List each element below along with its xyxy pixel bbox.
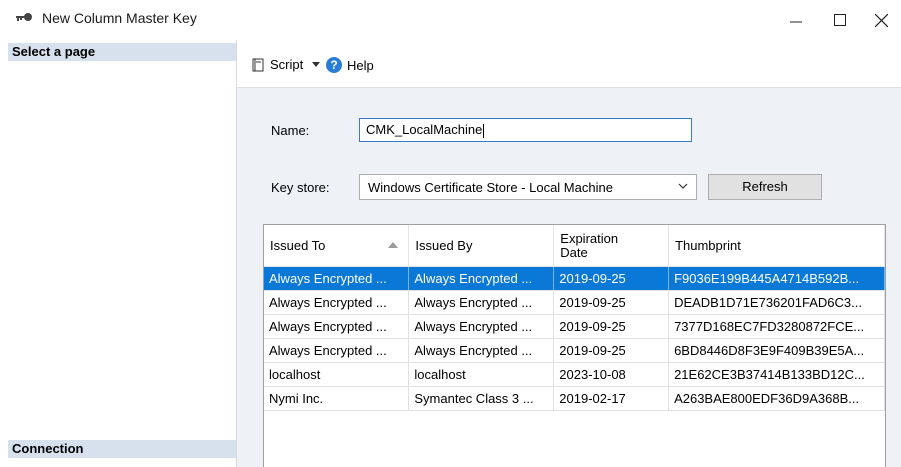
table-row[interactable]: Always Encrypted ... Always Encrypted ..…: [264, 314, 885, 339]
key-store-value: Windows Certificate Store - Local Machin…: [368, 180, 613, 195]
text-caret: [483, 123, 485, 138]
cell-issued-to: Always Encrypted ...: [264, 266, 410, 291]
maximize-button[interactable]: [818, 0, 862, 40]
help-label: Help: [347, 57, 374, 73]
name-input[interactable]: CMK_LocalMachine: [359, 118, 692, 142]
key-store-select[interactable]: Windows Certificate Store - Local Machin…: [359, 174, 697, 200]
toolbar: Script ? Help: [237, 43, 901, 88]
name-value: CMK_LocalMachine: [366, 122, 483, 137]
key-store-label: Key store:: [271, 180, 330, 195]
table-row[interactable]: localhost localhost 2023-10-08 21E62CE3B…: [264, 362, 885, 387]
close-button[interactable]: [859, 0, 901, 40]
name-label: Name:: [271, 123, 310, 138]
maximize-icon: [834, 14, 846, 26]
cell-thumbprint: 7377D168EC7FD3280872FCE...: [668, 314, 885, 339]
cell-expiration: 2019-09-25: [553, 266, 670, 291]
table-row[interactable]: Nymi Inc. Symantec Class 3 ... 2019-02-1…: [264, 386, 885, 411]
script-icon: [252, 58, 264, 71]
cell-issued-to: Nymi Inc.: [264, 386, 410, 411]
column-header-issued-to[interactable]: Issued To: [264, 225, 410, 267]
refresh-button[interactable]: Refresh: [708, 174, 822, 200]
chevron-down-icon: [678, 183, 688, 189]
chevron-down-icon[interactable]: [312, 61, 321, 68]
help-button[interactable]: ? Help: [326, 57, 374, 73]
select-page-header: Select a page: [8, 43, 236, 61]
script-button[interactable]: Script: [251, 57, 321, 72]
cell-issued-to: Always Encrypted ...: [264, 314, 410, 339]
cell-expiration: 2019-09-25: [553, 338, 670, 363]
column-header-thumbprint[interactable]: Thumbprint: [668, 225, 885, 267]
cell-issued-by: Always Encrypted ...: [408, 338, 555, 363]
cell-issued-by: Always Encrypted ...: [408, 266, 555, 291]
cell-expiration: 2023-10-08: [553, 362, 670, 387]
cell-issued-to: Always Encrypted ...: [264, 338, 410, 363]
minimize-icon: [790, 21, 802, 23]
cell-issued-to: Always Encrypted ...: [264, 290, 410, 315]
column-header-issued-by[interactable]: Issued By: [408, 225, 555, 267]
sort-ascending-icon: [388, 242, 399, 248]
table-header-row: Issued To Issued By Expiration Date Thum…: [264, 225, 885, 267]
minimize-button[interactable]: [774, 0, 818, 40]
help-icon: ?: [326, 57, 342, 73]
table-row[interactable]: Always Encrypted ... Always Encrypted ..…: [264, 290, 885, 315]
cell-thumbprint: 6BD8446D8F3E9F409B39E5A...: [668, 338, 885, 363]
title-bar: New Column Master Key: [0, 0, 901, 40]
cell-issued-by: Always Encrypted ...: [408, 290, 555, 315]
close-icon: [874, 13, 888, 27]
cell-thumbprint: DEADB1D71E736201FAD6C3...: [668, 290, 885, 315]
cell-expiration: 2019-09-25: [553, 314, 670, 339]
cell-issued-by: Symantec Class 3 ...: [408, 386, 555, 411]
column-header-label: Issued To: [270, 237, 326, 253]
table-row[interactable]: Always Encrypted ... Always Encrypted ..…: [264, 338, 885, 363]
table-row[interactable]: Always Encrypted ... Always Encrypted ..…: [264, 266, 885, 291]
cell-thumbprint: 21E62CE3B37414B133BD12C...: [668, 362, 885, 387]
cell-thumbprint: A263BAE800EDF36D9A368B...: [668, 386, 885, 411]
script-label: Script: [270, 57, 304, 72]
left-pane: Select a page Connection: [8, 40, 237, 467]
column-header-label: Thumbprint: [675, 237, 741, 253]
cell-issued-to: localhost: [264, 362, 410, 387]
connection-header: Connection: [8, 440, 236, 458]
cell-expiration: 2019-09-25: [553, 290, 670, 315]
column-header-label: Issued By: [415, 237, 473, 253]
column-header-label: Expiration Date: [560, 230, 619, 260]
column-header-expiration-date[interactable]: Expiration Date: [553, 225, 670, 267]
window-title: New Column Master Key: [42, 10, 197, 26]
key-icon: [16, 13, 32, 21]
cell-expiration: 2019-02-17: [553, 386, 670, 411]
certificate-table: Issued To Issued By Expiration Date Thum…: [264, 225, 885, 411]
cell-issued-by: Always Encrypted ...: [408, 314, 555, 339]
cell-thumbprint: F9036E199B445A4714B592B...: [668, 266, 885, 291]
cell-issued-by: localhost: [408, 362, 555, 387]
certificate-grid: Issued To Issued By Expiration Date Thum…: [263, 224, 886, 467]
